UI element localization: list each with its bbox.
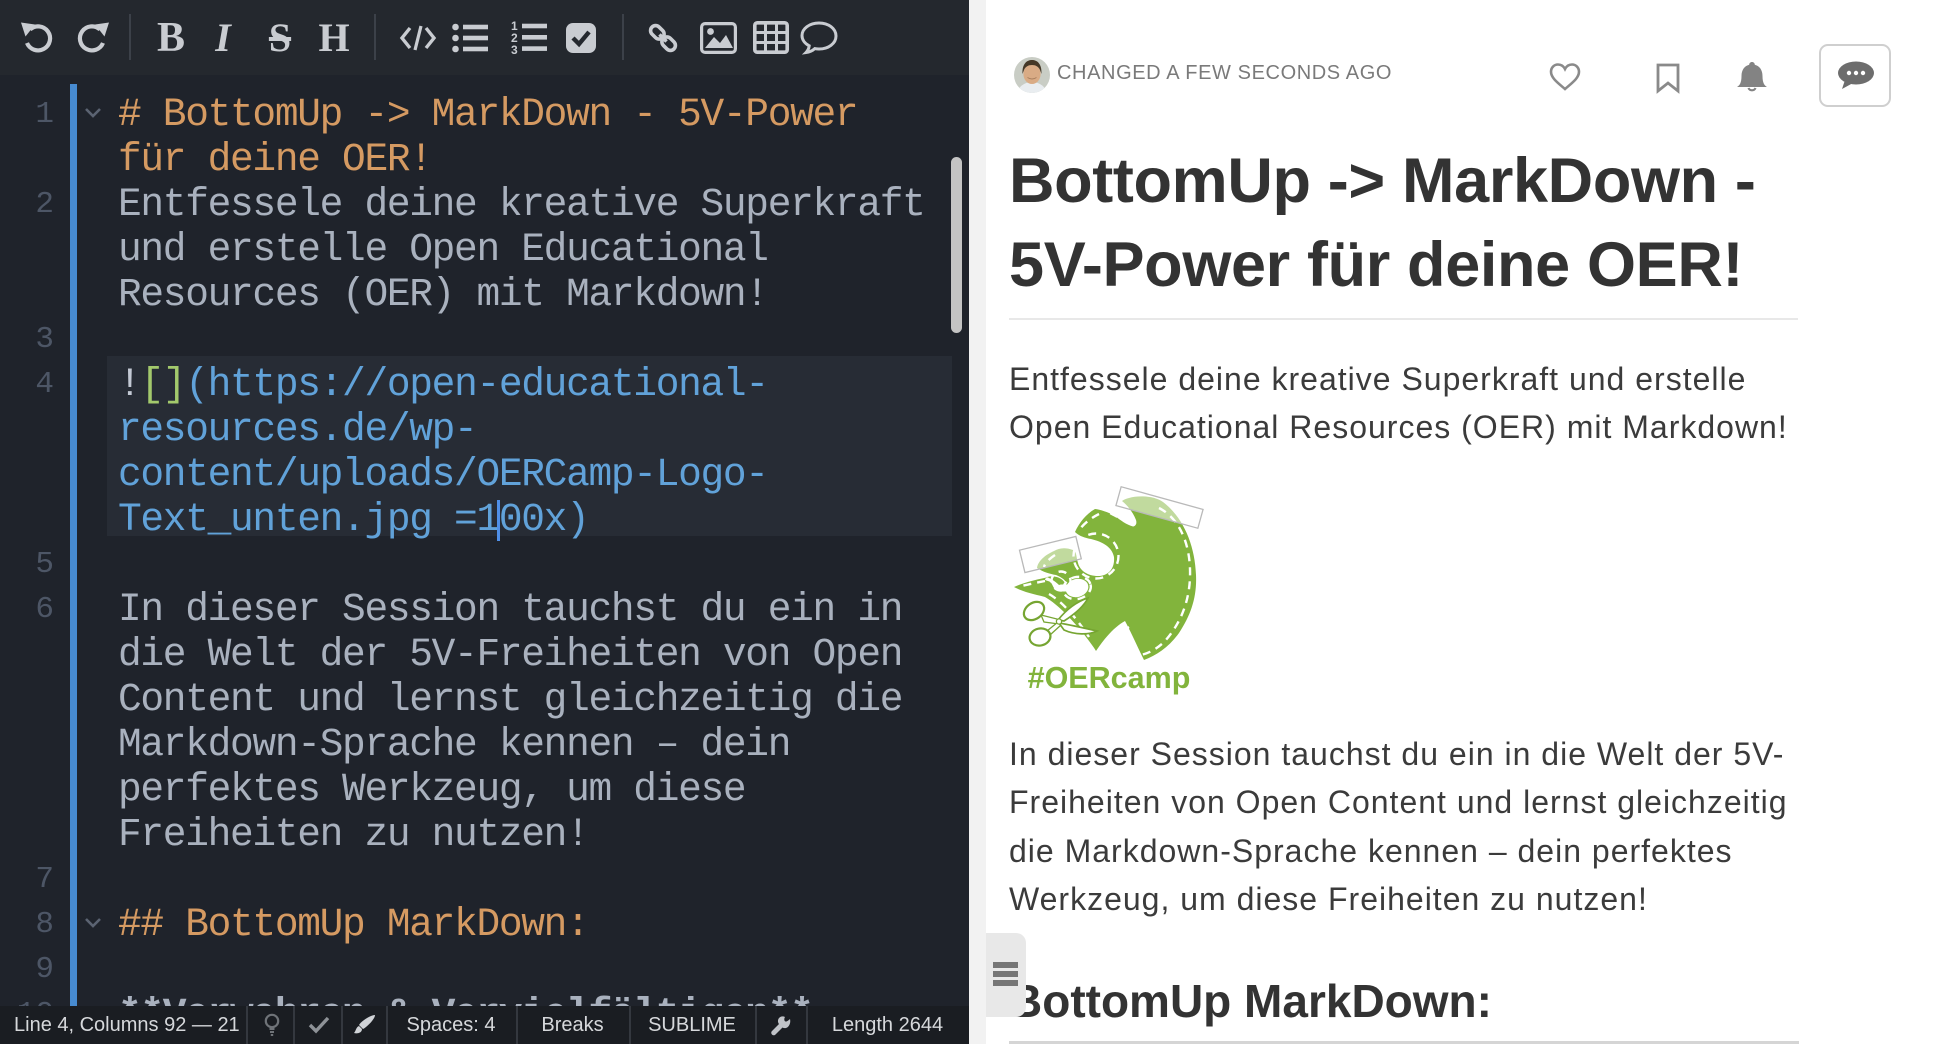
svg-text:3: 3	[511, 43, 518, 56]
